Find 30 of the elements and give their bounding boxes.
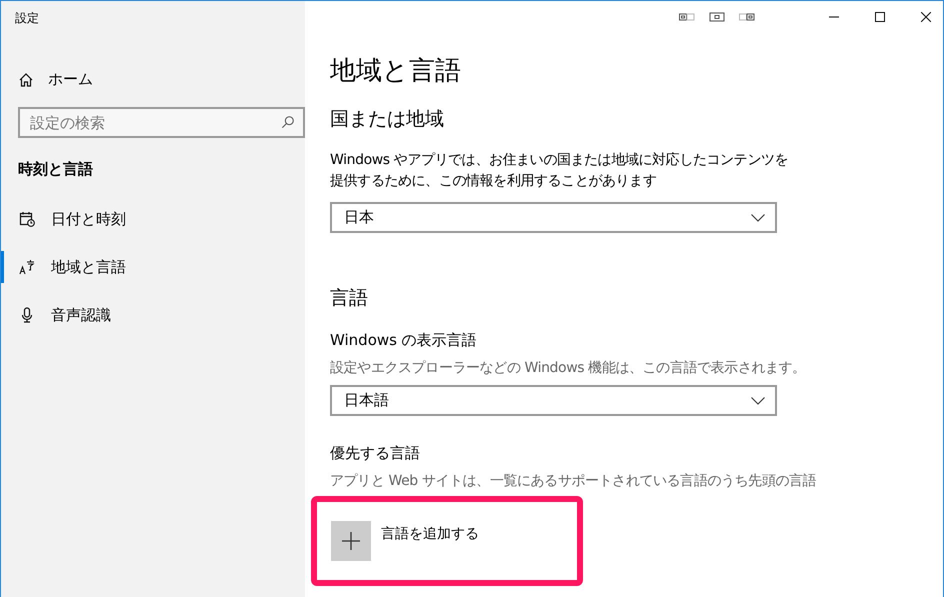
language-dropdown[interactable]: 日本語: [330, 385, 777, 416]
chevron-down-icon: [751, 214, 765, 222]
sidebar-item[interactable]: 日付と時刻: [1, 203, 305, 235]
snap-right-icon[interactable]: [739, 12, 755, 22]
page-title: 地域と言語: [330, 55, 461, 88]
chevron-down-icon: [751, 396, 765, 404]
section-heading: 国または地域: [330, 107, 444, 132]
plus-icon: [331, 521, 371, 561]
calendar-clock-icon: [19, 211, 35, 227]
description-text: 設定やエクスプローラーなどの Windows 機能は、この言語で表示されます。: [330, 359, 806, 378]
add-language-button[interactable]: 言語を追加する: [331, 521, 479, 561]
field-label: Windows の表示言語: [330, 331, 477, 350]
search-icon: [281, 115, 295, 129]
maximize-icon: [875, 12, 885, 22]
country-dropdown[interactable]: 日本: [330, 202, 777, 233]
description-text: アプリと Web サイトは、一覧にあるサポートされている言語のうち先頭の言語: [330, 472, 816, 491]
home-icon: [18, 72, 34, 88]
snap-left-icon[interactable]: [679, 12, 695, 22]
sidebar-item[interactable]: 音声認識: [1, 299, 305, 331]
section-heading: 時刻と言語: [18, 160, 93, 179]
language-icon: [19, 259, 35, 275]
field-label: 優先する言語: [330, 444, 420, 463]
description-text: Windows やアプリでは、お住まいの国または地域に対応したコンテンツを提供するために、この情報を利用することがあります: [330, 151, 790, 191]
home-link[interactable]: ホーム: [18, 70, 93, 89]
microphone-icon: [19, 307, 35, 323]
window-title: 設定: [15, 10, 39, 27]
snap-center-icon[interactable]: [709, 12, 725, 22]
close-icon: [921, 12, 931, 22]
search-field[interactable]: 設定の検索: [18, 107, 305, 138]
section-heading: 言語: [330, 286, 368, 311]
